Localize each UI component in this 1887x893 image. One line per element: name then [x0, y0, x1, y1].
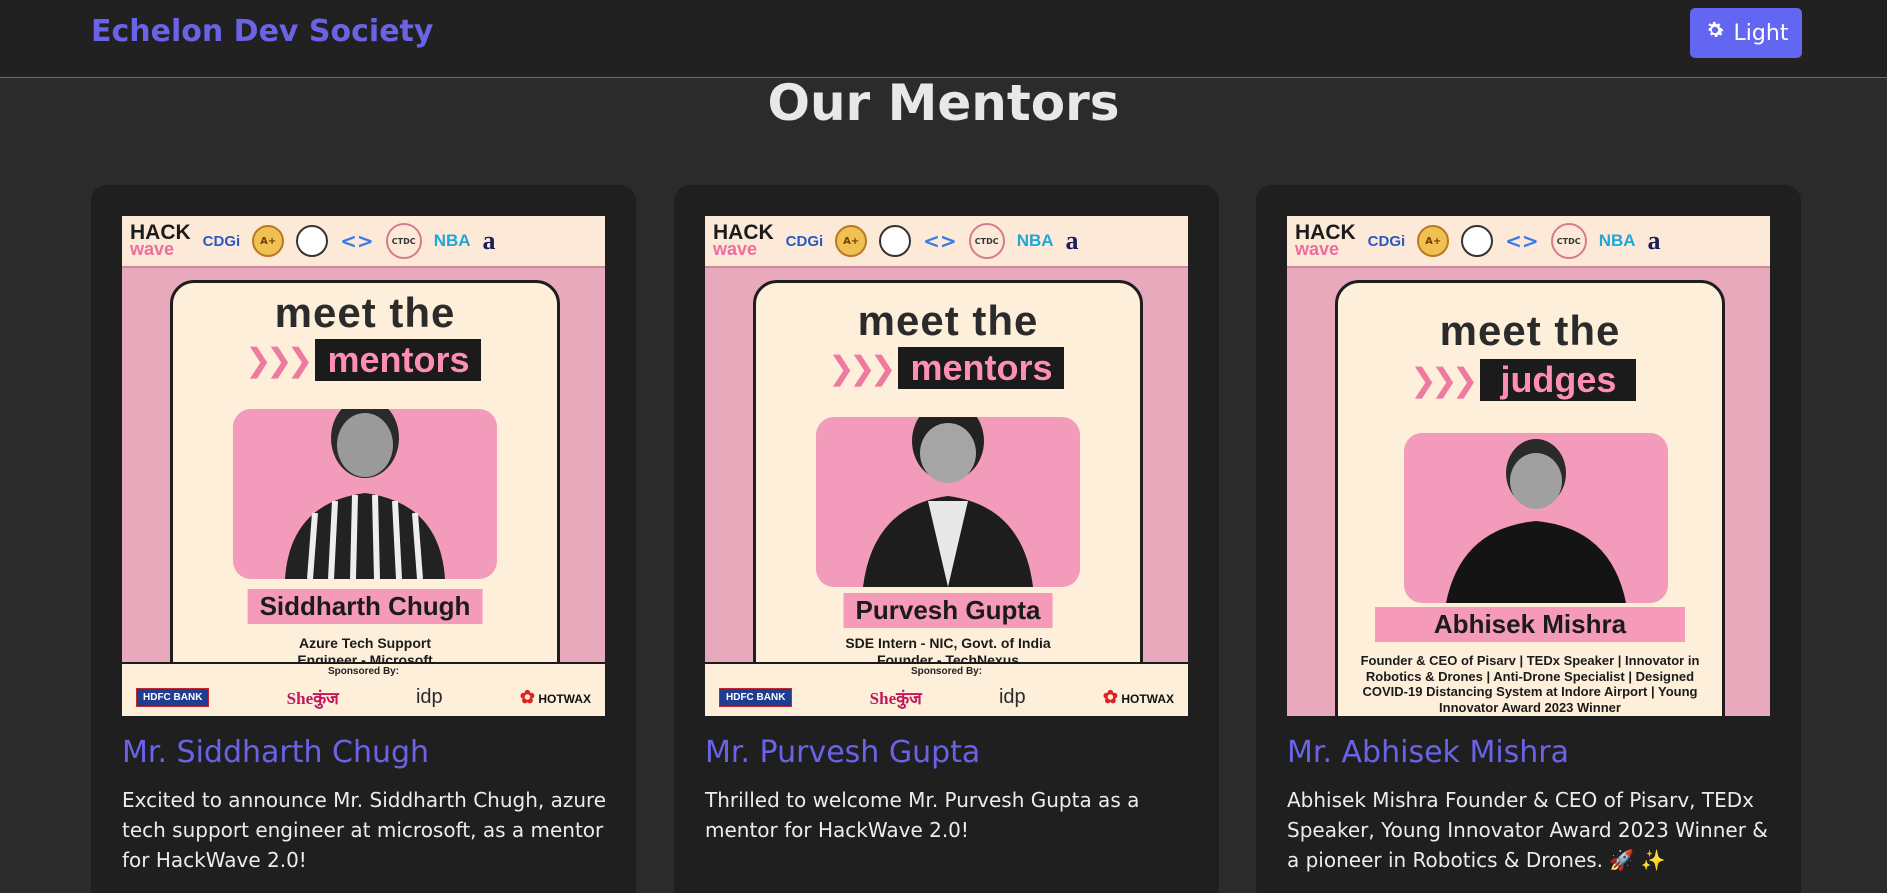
poster-role-line-1: SDE Intern - NIC, Govt. of India	[845, 635, 1051, 651]
poster-tag-row: ❯❯❯ mentors	[828, 347, 1065, 389]
brand-link[interactable]: Echelon Dev Society	[91, 14, 433, 49]
naac-badge-icon: A+	[252, 225, 285, 257]
sponsor-bar: Sponsored By: HDFC BANK Sheकुंज idp ✿ HO…	[705, 662, 1188, 716]
cdgi-logo: CDGi	[785, 232, 824, 250]
mentor-poster-image: HACK wave CDGi A+ <> CTDC NBA a meet the …	[1287, 216, 1770, 716]
sponsor-logos: HDFC BANK Sheकुंज idp ✿ HOTWAX	[719, 682, 1174, 712]
cdgi-logo: CDGi	[202, 232, 241, 250]
mentor-name: Mr. Siddharth Chugh	[122, 735, 430, 770]
person-silhouette-icon	[285, 409, 445, 579]
mentor-name: Mr. Purvesh Gupta	[705, 735, 981, 770]
poster-frame: meet the ❯❯❯ mentors Purvesh Gupta SDE I…	[753, 280, 1143, 716]
nba-logo: NBA	[1016, 231, 1054, 250]
mentor-description: Excited to announce Mr. Siddharth Chugh,…	[122, 788, 607, 872]
poster-heading: meet the	[274, 289, 456, 336]
poster-heading: meet the	[1439, 307, 1621, 354]
society-seal-icon	[296, 225, 329, 257]
chevron-right-icon: ❯❯❯	[828, 349, 896, 387]
poster-logo-strip: HACK wave CDGi A+ <> CTDC NBA a	[705, 216, 1188, 268]
person-silhouette-icon	[1446, 439, 1626, 603]
sponsored-by-label: Sponsored By:	[910, 666, 983, 677]
nba-logo: NBA	[1598, 231, 1636, 250]
idp-logo: idp	[415, 685, 443, 708]
chevron-right-icon: ❯❯❯	[1410, 361, 1478, 399]
mentor-poster-image: HACK wave CDGi A+ <> CTDC NBA a meet the …	[122, 216, 605, 716]
naac-badge-icon: A+	[1417, 225, 1450, 257]
mentor-description: Thrilled to welcome Mr. Purvesh Gupta as…	[705, 788, 1140, 842]
poster-frame: meet the ❯❯❯ judges Abhisek Mishra Found…	[1335, 280, 1725, 716]
agrawal-group-logo: a	[482, 226, 496, 255]
poster-photo	[233, 409, 497, 579]
sponsor-logos: HDFC BANK Sheकुंज idp ✿ HOTWAX	[136, 682, 591, 712]
mentor-name: Mr. Abhisek Mishra	[1287, 735, 1570, 770]
poster-heading: meet the	[857, 297, 1039, 344]
ctdc-logo: CTDC	[1550, 223, 1587, 259]
chevron-right-icon: ❯❯❯	[245, 341, 313, 379]
ctdc-logo: CTDC	[385, 223, 422, 259]
poster-tag: mentors	[898, 347, 1065, 389]
hackwave-logo: HACK wave	[1295, 221, 1356, 260]
mentor-poster-image: HACK wave CDGi A+ <> CTDC NBA a meet the …	[705, 216, 1188, 716]
naac-badge-icon: A+	[835, 225, 868, 257]
shekunj-logo: Sheकुंज	[869, 688, 922, 708]
shekunj-logo: Sheकुंज	[286, 688, 339, 708]
ctdc-logo: CTDC	[968, 223, 1005, 259]
poster-tag: judges	[1480, 359, 1637, 401]
section-title: Our Mentors	[767, 74, 1120, 132]
poster-frame: meet the ❯❯❯ mentors Siddharth Chugh Azu…	[170, 280, 560, 716]
hdfc-logo: HDFC BANK	[719, 687, 793, 707]
poster-tag-row: ❯❯❯ judges	[1410, 359, 1637, 401]
theme-toggle-label: Light	[1733, 20, 1789, 46]
poster-name: Siddharth Chugh	[247, 589, 483, 624]
hdfc-logo: HDFC BANK	[136, 687, 210, 707]
gear-icon	[1704, 19, 1726, 47]
poster-tag: mentors	[315, 339, 482, 381]
poster-role-line-1: Founder & CEO of Pisarv | TEDx Speaker |…	[1360, 653, 1700, 715]
poster-role-line-1: Azure Tech Support	[299, 635, 431, 651]
poster-photo	[816, 417, 1080, 587]
navbar: Echelon Dev Society Light	[0, 0, 1887, 78]
hotwax-logo: ✿ HOTWAX	[1102, 686, 1174, 707]
code-icon: <>	[340, 229, 374, 253]
mentor-description: Abhisek Mishra Founder & CEO of Pisarv, …	[1287, 788, 1768, 872]
agrawal-group-logo: a	[1647, 226, 1661, 255]
code-icon: <>	[923, 229, 957, 253]
poster-logo-strip: HACK wave CDGi A+ <> CTDC NBA a	[122, 216, 605, 268]
society-seal-icon	[1461, 225, 1494, 257]
cdgi-logo: CDGi	[1367, 232, 1406, 250]
poster-photo	[1404, 433, 1668, 603]
theme-toggle-button[interactable]: Light	[1690, 8, 1802, 58]
agrawal-group-logo: a	[1065, 226, 1079, 255]
poster-tag-row: ❯❯❯ mentors	[245, 339, 482, 381]
code-icon: <>	[1505, 229, 1539, 253]
sponsored-by-label: Sponsored By:	[327, 666, 400, 677]
poster-name: Purvesh Gupta	[843, 593, 1053, 628]
person-silhouette-icon	[863, 417, 1033, 587]
mentor-card: HACK wave CDGi A+ <> CTDC NBA a meet the …	[1256, 185, 1801, 893]
mentor-card: HACK wave CDGi A+ <> CTDC NBA a meet the …	[91, 185, 636, 893]
mentor-card: HACK wave CDGi A+ <> CTDC NBA a meet the …	[674, 185, 1219, 893]
hackwave-logo: HACK wave	[713, 221, 774, 260]
hotwax-logo: ✿ HOTWAX	[519, 686, 591, 707]
sponsor-bar: Sponsored By: HDFC BANK Sheकुंज idp ✿ HO…	[122, 662, 605, 716]
poster-name: Abhisek Mishra	[1375, 607, 1685, 642]
society-seal-icon	[879, 225, 912, 257]
idp-logo: idp	[998, 685, 1026, 708]
poster-logo-strip: HACK wave CDGi A+ <> CTDC NBA a	[1287, 216, 1770, 268]
hackwave-logo: HACK wave	[130, 221, 191, 260]
nba-logo: NBA	[433, 231, 471, 250]
